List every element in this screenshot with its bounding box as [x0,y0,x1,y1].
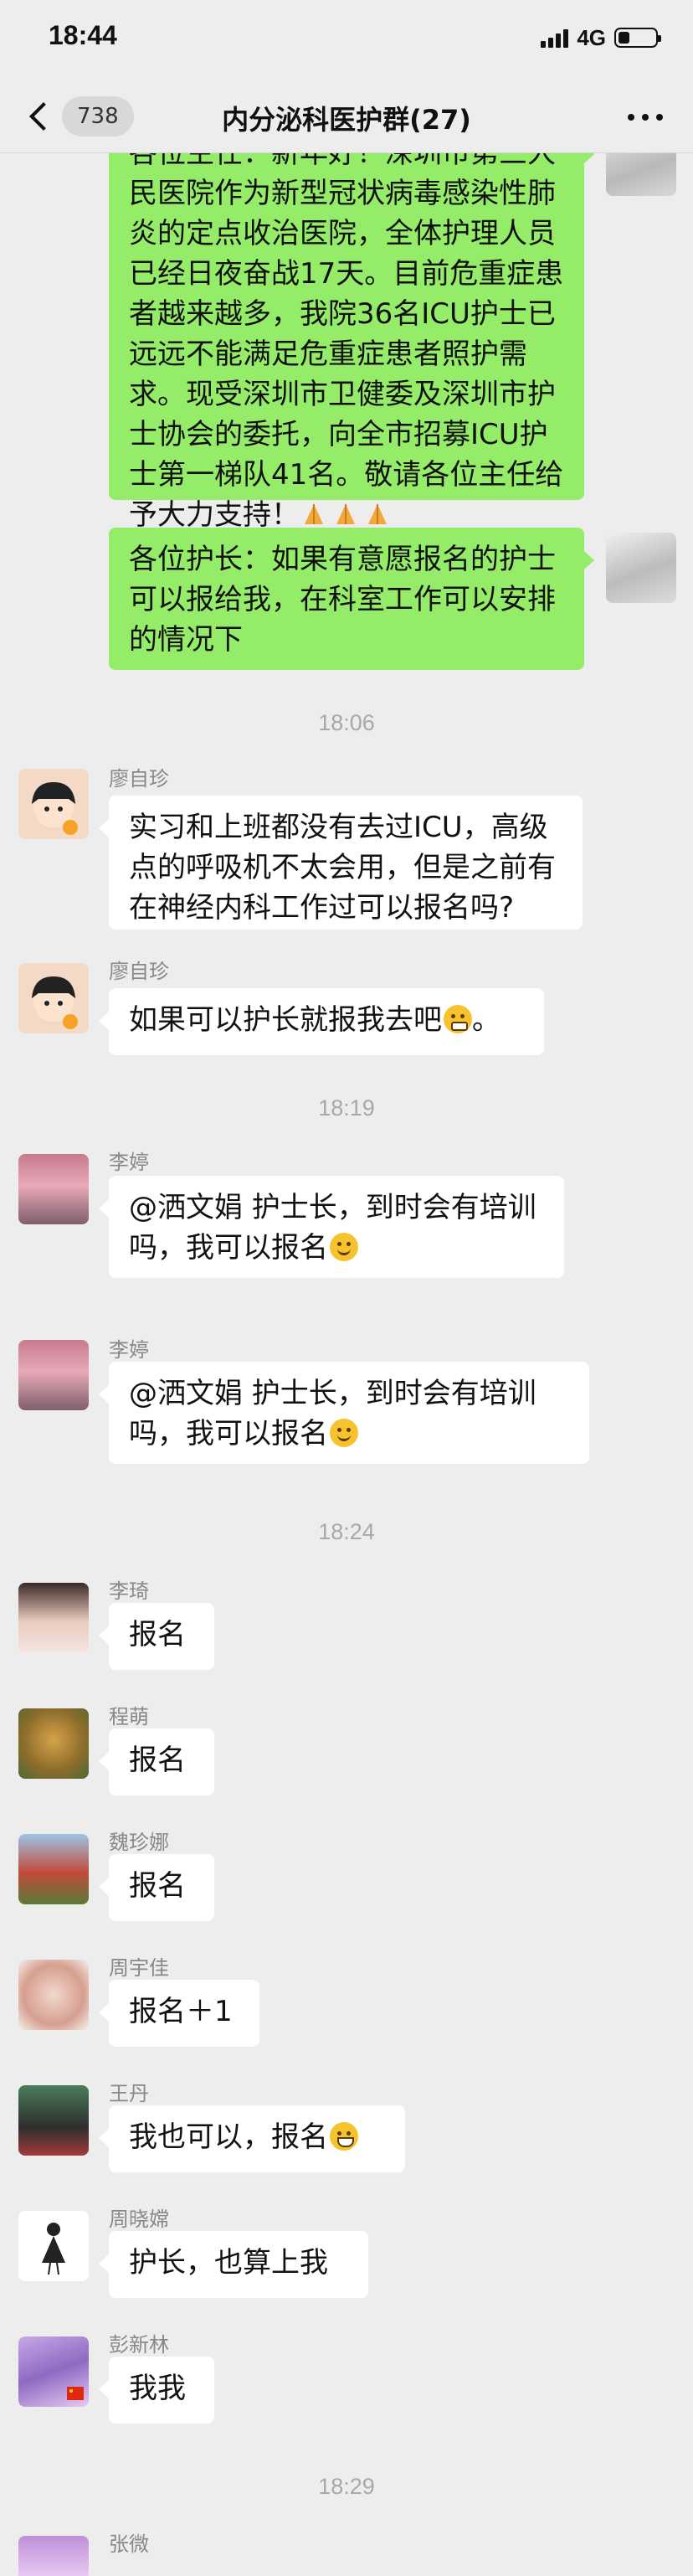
smile-emoji-icon [330,1419,358,1447]
user-avatar[interactable] [18,769,89,839]
user-avatar[interactable] [18,1960,89,2030]
sender-name: 李婷 [109,1338,149,1362]
sender-name: 魏珍娜 [109,1831,169,1854]
sender-name: 周晓嫦 [109,2208,169,2231]
dot-icon [642,114,649,121]
chat-history[interactable]: 各位主任：新年好！深圳市第三人民医院作为新型冠状病毒感染性肺炎的定点收治医院，全… [0,0,693,2576]
user-avatar[interactable] [18,1340,89,1410]
sender-name: 程萌 [109,1705,149,1728]
message-bubble[interactable]: 护长，也算上我 [99,2231,368,2298]
message-bubble[interactable]: 报名 [99,1728,214,1795]
signal-icon [541,28,569,48]
user-avatar[interactable] [18,2536,89,2576]
message-text: 报名 [129,1618,186,1651]
message-bubble[interactable]: 报名＋1 [99,1980,259,2047]
time-separator: 18:06 [318,710,375,735]
user-avatar[interactable] [18,2211,89,2281]
more-options-button[interactable] [628,114,663,121]
message-bubble[interactable]: 我也可以，报名 [99,2105,405,2172]
message-text: 各位主任：新年好！深圳市第三人民医院作为新型冠状病毒感染性肺炎的定点收治医院，全… [129,137,564,532]
pray-emoji-icon [336,504,355,524]
sender-name: 王丹 [109,2082,149,2105]
message-bubble[interactable]: 实习和上班都没有去过ICU，高级点的呼吸机不太会用，但是之前有在神经内科工作过可… [99,796,583,930]
user-avatar[interactable] [18,1583,89,1653]
user-avatar[interactable] [18,1154,89,1224]
user-avatar[interactable] [18,1834,89,1904]
time-separator: 18:24 [318,1519,375,1544]
user-avatar[interactable] [18,2336,89,2407]
message-text: 护长，也算上我 [129,2246,328,2280]
sender-name: 廖自珍 [109,960,169,983]
pray-emoji-icon [305,504,323,524]
user-avatar[interactable] [18,1708,89,1779]
user-avatar[interactable] [18,2085,89,2156]
message-text: 。 [472,1003,501,1037]
message-text: 报名 [129,1744,186,1777]
message-text: 如果可以护长就报我去吧 [129,1003,442,1037]
sender-name: 张微 [109,2532,149,2556]
chat-title: 内分泌科医护群(27) [222,104,471,136]
sender-name: 廖自珍 [109,767,169,791]
message-bubble[interactable]: 各位护长：如果有意愿报名的护士可以报给我，在科室工作可以安排的情况下 [109,528,594,670]
message-bubble[interactable]: 报名 [99,1603,214,1670]
battery-level [619,32,629,44]
message-text: 各位护长：如果有意愿报名的护士可以报给我，在科室工作可以安排的情况下 [129,543,556,657]
grin-emoji-icon [330,2122,358,2151]
message-bubble[interactable]: 报名 [99,1854,214,1921]
message-bubble[interactable]: @洒文娟 护士长，到时会有培训吗，我可以报名 [99,1362,589,1464]
sender-name: 李琦 [109,1579,149,1603]
message-text: 实习和上班都没有去过ICU，高级点的呼吸机不太会用，但是之前有在神经内科工作过可… [129,811,556,925]
time-separator: 18:19 [318,1095,375,1121]
message-bubble[interactable]: 我我 [99,2357,214,2424]
message-bubble[interactable]: 如果可以护长就报我去吧。 [99,988,544,1055]
sender-name: 彭新林 [109,2333,169,2357]
battery-icon [614,28,661,48]
time-separator: 18:29 [318,2474,375,2499]
message-text: 报名＋1 [129,1995,233,2028]
pray-emoji-icon [368,504,387,524]
message-bubble[interactable]: 各位主任：新年好！深圳市第三人民医院作为新型冠状病毒感染性肺炎的定点收治医院，全… [109,121,594,532]
user-avatar[interactable] [18,963,89,1033]
dot-icon [656,114,663,121]
sender-name: 李婷 [109,1151,149,1174]
status-bar: 18:44 4G [0,0,693,80]
status-time: 18:44 [49,20,117,50]
message-text: 报名 [129,1869,186,1903]
sender-name: 周宇佳 [109,1956,169,1980]
self-avatar[interactable] [606,533,676,603]
nav-bar: 738 内分泌科医护群(27) [0,80,693,153]
status-indicators: 4G [541,24,661,50]
smile-emoji-icon [330,1233,358,1261]
message-text: 我也可以，报名 [129,2120,328,2154]
grimace-emoji-icon [444,1005,472,1033]
dot-icon [628,114,634,121]
network-type: 4G [577,24,606,50]
message-text: 我我 [129,2372,186,2405]
message-bubble[interactable]: @洒文娟 护士长，到时会有培训吗，我可以报名 [99,1176,564,1278]
